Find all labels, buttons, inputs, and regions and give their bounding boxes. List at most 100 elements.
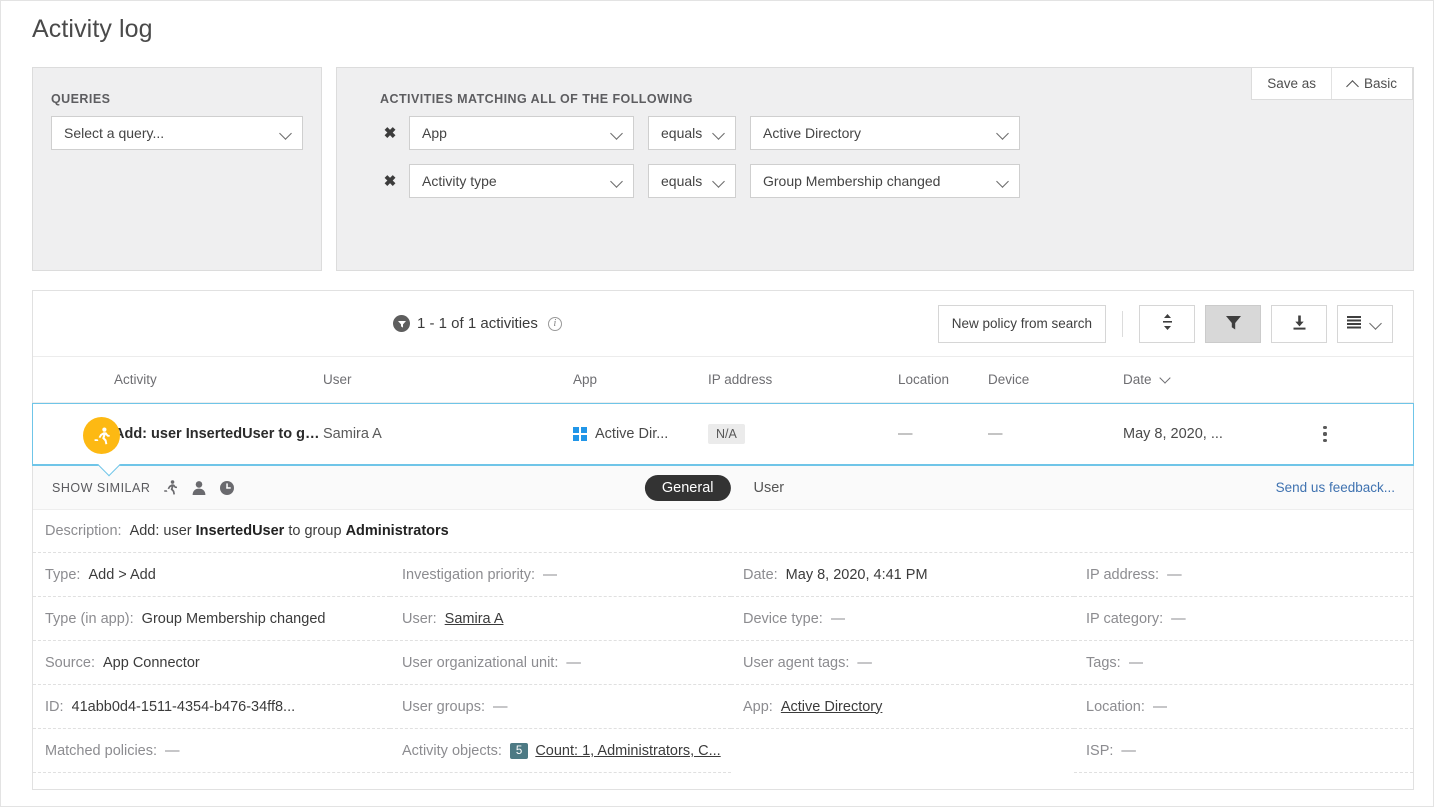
remove-condition-icon[interactable]: ✖ [380, 174, 400, 189]
toolbar-divider [1122, 310, 1123, 337]
results-card: 1 - 1 of 1 activities i New policy from … [32, 290, 1414, 790]
column-header-activity[interactable]: Activity [33, 372, 323, 387]
view-options-button[interactable] [1337, 304, 1393, 343]
detail-field-matched-policies: Matched policies: — [33, 729, 390, 773]
basic-toggle-button[interactable]: Basic [1330, 68, 1412, 99]
table-row[interactable]: Add: user InsertedUser to group ... Sami… [32, 403, 1414, 477]
field-label: Type (in app): [45, 610, 134, 627]
field-label: Type: [45, 566, 81, 583]
detail-field-source: Source: App Connector [33, 641, 390, 685]
detail-field-app: App: Active Directory [731, 685, 1074, 729]
field-value: App Connector [102, 654, 200, 671]
new-policy-from-search-button[interactable]: New policy from search [937, 304, 1106, 343]
field-value: Group Membership changed [141, 610, 326, 627]
queries-panel: QUERIES Select a query... [32, 67, 322, 271]
description-label: Description: [45, 523, 122, 539]
sort-descending-icon [1161, 374, 1171, 384]
cell-date: May 8, 2020, ... [1123, 426, 1223, 442]
condition-field-value: App [422, 125, 447, 141]
show-similar-user-icon[interactable] [191, 480, 207, 496]
field-value: — [165, 742, 180, 759]
remove-condition-icon[interactable]: ✖ [380, 126, 400, 141]
tab-general[interactable]: General [644, 474, 731, 501]
detail-column-4: IP address: — IP category: — Tags: — Loc… [1074, 553, 1413, 773]
field-label: Matched policies: [45, 742, 158, 759]
field-label: IP category: [1086, 610, 1164, 627]
condition-field-select[interactable]: App [409, 116, 634, 150]
info-icon[interactable]: i [547, 316, 562, 331]
table-header: Activity User App IP address Location De… [33, 357, 1413, 403]
condition-operator-select[interactable]: equals [648, 116, 736, 150]
field-label: User groups: [402, 698, 486, 715]
condition-value-select[interactable]: Active Directory [750, 116, 1020, 150]
chevron-down-icon [713, 127, 726, 140]
condition-operator-value: equals [661, 173, 703, 189]
row-actions-menu-icon[interactable] [1315, 424, 1335, 444]
filter-button[interactable] [1205, 304, 1261, 343]
field-label: User: [402, 610, 437, 627]
sort-button[interactable] [1139, 304, 1195, 343]
export-button[interactable] [1271, 304, 1327, 343]
field-label: User organizational unit: [402, 654, 559, 671]
condition-operator-value: equals [661, 125, 703, 141]
save-as-button[interactable]: Save as [1252, 68, 1331, 99]
chevron-down-icon [611, 127, 624, 140]
detail-field-activity-objects: Activity objects: 5 Count: 1, Administra… [390, 729, 731, 773]
detail-column-1: Type: Add > Add Type (in app): Group Mem… [33, 553, 390, 773]
windows-logo-icon [573, 427, 587, 441]
chevron-down-icon [611, 175, 624, 188]
detail-field-id: ID: 41abb0d4-1511-4354-b476-34ff8... [33, 685, 390, 729]
detail-field-tags: Tags: — [1074, 641, 1413, 685]
detail-column-3: Date: May 8, 2020, 4:41 PM Device type: … [731, 553, 1074, 773]
cell-app: Active Dir... [573, 426, 708, 442]
cell-ip-address: N/A [708, 424, 898, 444]
field-label: ID: [45, 698, 64, 715]
conditions-panel: ACTIVITIES MATCHING ALL OF THE FOLLOWING… [336, 67, 1414, 364]
detail-field-location: Location: — [1074, 685, 1413, 729]
condition-value-value: Group Membership changed [763, 173, 941, 189]
send-feedback-link[interactable]: Send us feedback... [1276, 480, 1395, 495]
column-header-user[interactable]: User [323, 372, 573, 387]
field-value: May 8, 2020, 4:41 PM [785, 566, 928, 583]
field-label: Device type: [743, 610, 823, 627]
condition-value-select[interactable]: Group Membership changed [750, 164, 1020, 198]
condition-row: ✖ Activity type equals Group Membership … [380, 164, 1393, 198]
cell-location: — [898, 426, 913, 442]
condition-field-select[interactable]: Activity type [409, 164, 634, 198]
save-as-label: Save as [1267, 76, 1316, 91]
field-value: 41abb0d4-1511-4354-b476-34ff8... [71, 698, 296, 715]
column-header-ip-address[interactable]: IP address [708, 372, 898, 387]
condition-operator-select[interactable]: equals [648, 164, 736, 198]
condition-row: ✖ App equals Active Directory [380, 116, 1393, 150]
sort-icon [1161, 313, 1174, 334]
detail-field-ip-address: IP address: — [1074, 553, 1413, 597]
query-select[interactable]: Select a query... [51, 116, 303, 150]
column-header-app[interactable]: App [573, 372, 708, 387]
show-similar-label[interactable]: SHOW SIMILAR [52, 481, 150, 495]
chevron-down-icon [997, 175, 1010, 188]
field-value: — [542, 566, 558, 583]
show-similar-time-icon[interactable] [219, 480, 235, 496]
filter-top-actions: Save as Basic [1251, 67, 1413, 100]
field-label: Source: [45, 654, 95, 671]
detail-user-link[interactable]: Samira A [445, 611, 504, 627]
list-view-icon [1347, 315, 1363, 332]
chevron-down-icon [713, 175, 726, 188]
condition-rows: ✖ App equals Active Directory ✖ Activity… [380, 116, 1393, 364]
result-count-text: 1 - 1 of 1 activities [417, 315, 538, 332]
detail-field-user-agent-tags: User agent tags: — [731, 641, 1074, 685]
tab-user[interactable]: User [736, 475, 801, 501]
activity-objects-link[interactable]: Count: 1, Administrators, C... [535, 743, 720, 759]
column-header-device[interactable]: Device [988, 372, 1123, 387]
condition-value-value: Active Directory [763, 125, 862, 141]
field-label: IP address: [1086, 566, 1160, 583]
column-header-date[interactable]: Date [1123, 372, 1303, 387]
ip-na-badge: N/A [708, 424, 745, 444]
detail-field-type-in-app: Type (in app): Group Membership changed [33, 597, 390, 641]
detail-app-link[interactable]: Active Directory [781, 699, 883, 715]
conditions-label: ACTIVITIES MATCHING ALL OF THE FOLLOWING [380, 92, 693, 106]
download-icon [1291, 314, 1308, 334]
show-similar-activity-icon[interactable] [162, 479, 179, 496]
cell-user: Samira A [323, 426, 382, 442]
column-header-location[interactable]: Location [898, 372, 988, 387]
